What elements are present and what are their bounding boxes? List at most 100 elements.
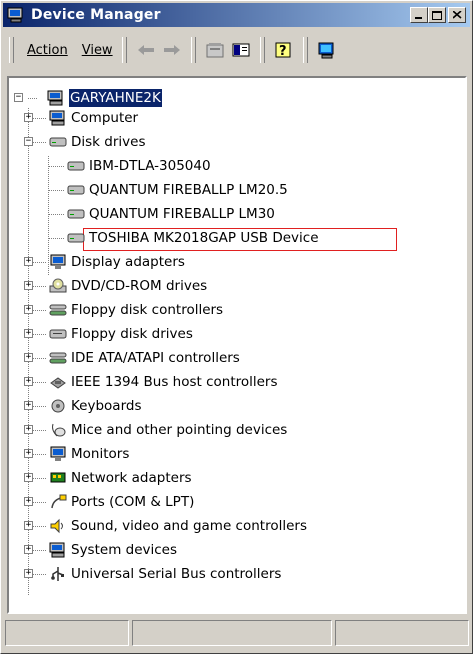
tree-item-disk-3[interactable]: QUANTUM FIREBALLP LM30 xyxy=(67,204,275,224)
disk-drive-icon xyxy=(67,229,85,247)
tree-item-ports[interactable]: Ports (COM & LPT) xyxy=(49,492,194,512)
floppy-drives-expand-toggle[interactable]: + xyxy=(24,329,33,338)
tree-item-label: IEEE 1394 Bus host controllers xyxy=(71,374,278,390)
display-adapters-expand-toggle[interactable]: + xyxy=(24,257,33,266)
disk-drives-collapse-toggle[interactable]: − xyxy=(24,137,33,146)
disk-drive-icon xyxy=(67,181,85,199)
device-manager-window: Device Manager Action View ? − GARYAHNE2… xyxy=(0,0,473,654)
ports-expand-toggle[interactable]: + xyxy=(24,497,33,506)
mouse-icon xyxy=(49,421,67,439)
ieee1394-expand-toggle[interactable]: + xyxy=(24,377,33,386)
cdrom-icon xyxy=(49,277,67,295)
help-button[interactable]: ? xyxy=(271,38,297,62)
tree-item-computer[interactable]: Computer xyxy=(49,108,138,128)
tree-root-label: GARYAHNE2K xyxy=(69,89,162,107)
minimize-button[interactable] xyxy=(410,7,428,23)
details-view-icon xyxy=(232,43,250,57)
forward-arrow-icon xyxy=(163,45,180,55)
window-title: Device Manager xyxy=(31,7,161,23)
dvd-expand-toggle[interactable]: + xyxy=(24,281,33,290)
scan-hardware-button[interactable] xyxy=(314,38,340,62)
menu-action[interactable]: Action xyxy=(20,43,75,58)
tree-item-sound[interactable]: Sound, video and game controllers xyxy=(49,516,307,536)
toolbar-grip[interactable] xyxy=(9,37,14,63)
tree-item-ieee1394[interactable]: IEEE 1394 Bus host controllers xyxy=(49,372,278,392)
back-arrow-icon xyxy=(137,45,154,55)
network-icon xyxy=(49,469,67,487)
monitor-icon xyxy=(49,445,67,463)
back-button[interactable] xyxy=(133,38,159,62)
computer-expand-toggle[interactable]: + xyxy=(24,113,33,122)
toolbar-separator-3 xyxy=(302,37,308,63)
tree-item-keyboards[interactable]: Keyboards xyxy=(49,396,142,416)
usb-expand-toggle[interactable]: + xyxy=(24,569,33,578)
tree-item-monitors[interactable]: Monitors xyxy=(49,444,129,464)
status-pane-2 xyxy=(132,620,332,646)
sound-expand-toggle[interactable]: + xyxy=(24,521,33,530)
tree-item-mice[interactable]: Mice and other pointing devices xyxy=(49,420,287,440)
tree-item-display-adapters[interactable]: Display adapters xyxy=(49,252,185,272)
tree-item-label: Ports (COM & LPT) xyxy=(71,494,195,510)
monitors-expand-toggle[interactable]: + xyxy=(24,449,33,458)
status-pane-3 xyxy=(335,620,469,646)
tree-item-label: Disk drives xyxy=(71,134,146,150)
network-expand-toggle[interactable]: + xyxy=(24,473,33,482)
device-tree[interactable]: − GARYAHNE2K + Computer − Disk drives IB… xyxy=(7,76,467,614)
tree-item-dvd-cdrom[interactable]: DVD/CD-ROM drives xyxy=(49,276,207,296)
minimize-icon xyxy=(415,17,422,19)
toolbar-separator-2 xyxy=(259,37,265,63)
computer-icon xyxy=(49,541,67,559)
scan-hardware-icon xyxy=(318,42,334,59)
tree-item-usb[interactable]: Universal Serial Bus controllers xyxy=(49,564,281,584)
tree-item-label: Universal Serial Bus controllers xyxy=(71,566,282,582)
floppy-controllers-expand-toggle[interactable]: + xyxy=(24,305,33,314)
controller-icon xyxy=(49,349,67,367)
tree-item-ide-controllers[interactable]: IDE ATA/ATAPI controllers xyxy=(49,348,240,368)
system-devices-expand-toggle[interactable]: + xyxy=(24,545,33,554)
maximize-icon xyxy=(432,10,442,20)
menu-view[interactable]: View xyxy=(75,43,120,58)
toolbar-separator xyxy=(190,37,196,63)
properties-icon xyxy=(206,43,224,58)
disk-drive-icon xyxy=(67,205,85,223)
speaker-icon xyxy=(49,517,67,535)
tree-item-label: QUANTUM FIREBALLP LM30 xyxy=(89,206,275,222)
computer-icon xyxy=(47,89,65,107)
tree-item-floppy-controllers[interactable]: Floppy disk controllers xyxy=(49,300,223,320)
port-icon xyxy=(49,493,67,511)
firewire-icon xyxy=(49,373,67,391)
tree-item-disk-1[interactable]: IBM-DTLA-305040 xyxy=(67,156,211,176)
details-view-button[interactable] xyxy=(228,38,254,62)
toolbar-grip-2[interactable] xyxy=(121,37,127,63)
tree-item-disk-4[interactable]: TOSHIBA MK2018GAP USB Device xyxy=(67,228,319,248)
menu-toolbar: Action View ? xyxy=(7,34,467,66)
keyboard-icon xyxy=(49,397,67,415)
monitor-icon xyxy=(49,253,67,271)
tree-item-label: QUANTUM FIREBALLP LM20.5 xyxy=(89,182,288,198)
status-bar xyxy=(5,620,469,648)
maximize-button[interactable] xyxy=(428,7,446,23)
root-collapse-toggle[interactable]: − xyxy=(14,93,23,102)
svg-text:?: ? xyxy=(279,44,287,59)
tree-root[interactable]: GARYAHNE2K xyxy=(47,88,162,108)
tree-item-label: System devices xyxy=(71,542,178,558)
device-manager-icon xyxy=(7,7,25,23)
disk-drive-icon xyxy=(49,133,67,151)
tree-item-disk-drives[interactable]: Disk drives xyxy=(49,132,146,152)
tree-item-label: Display adapters xyxy=(71,254,185,270)
tree-item-network-adapters[interactable]: Network adapters xyxy=(49,468,192,488)
keyboards-expand-toggle[interactable]: + xyxy=(24,401,33,410)
tree-item-label: Mice and other pointing devices xyxy=(71,422,288,438)
tree-item-system-devices[interactable]: System devices xyxy=(49,540,177,560)
tree-item-label: Computer xyxy=(71,110,139,126)
forward-button[interactable] xyxy=(159,38,185,62)
properties-button[interactable] xyxy=(202,38,228,62)
tree-item-label: Network adapters xyxy=(71,470,192,486)
title-bar[interactable]: Device Manager xyxy=(3,3,470,27)
close-button[interactable] xyxy=(448,7,466,23)
tree-item-floppy-drives[interactable]: Floppy disk drives xyxy=(49,324,193,344)
tree-item-label: Sound, video and game controllers xyxy=(71,518,307,534)
tree-item-disk-2[interactable]: QUANTUM FIREBALLP LM20.5 xyxy=(67,180,288,200)
mice-expand-toggle[interactable]: + xyxy=(24,425,33,434)
ide-expand-toggle[interactable]: + xyxy=(24,353,33,362)
